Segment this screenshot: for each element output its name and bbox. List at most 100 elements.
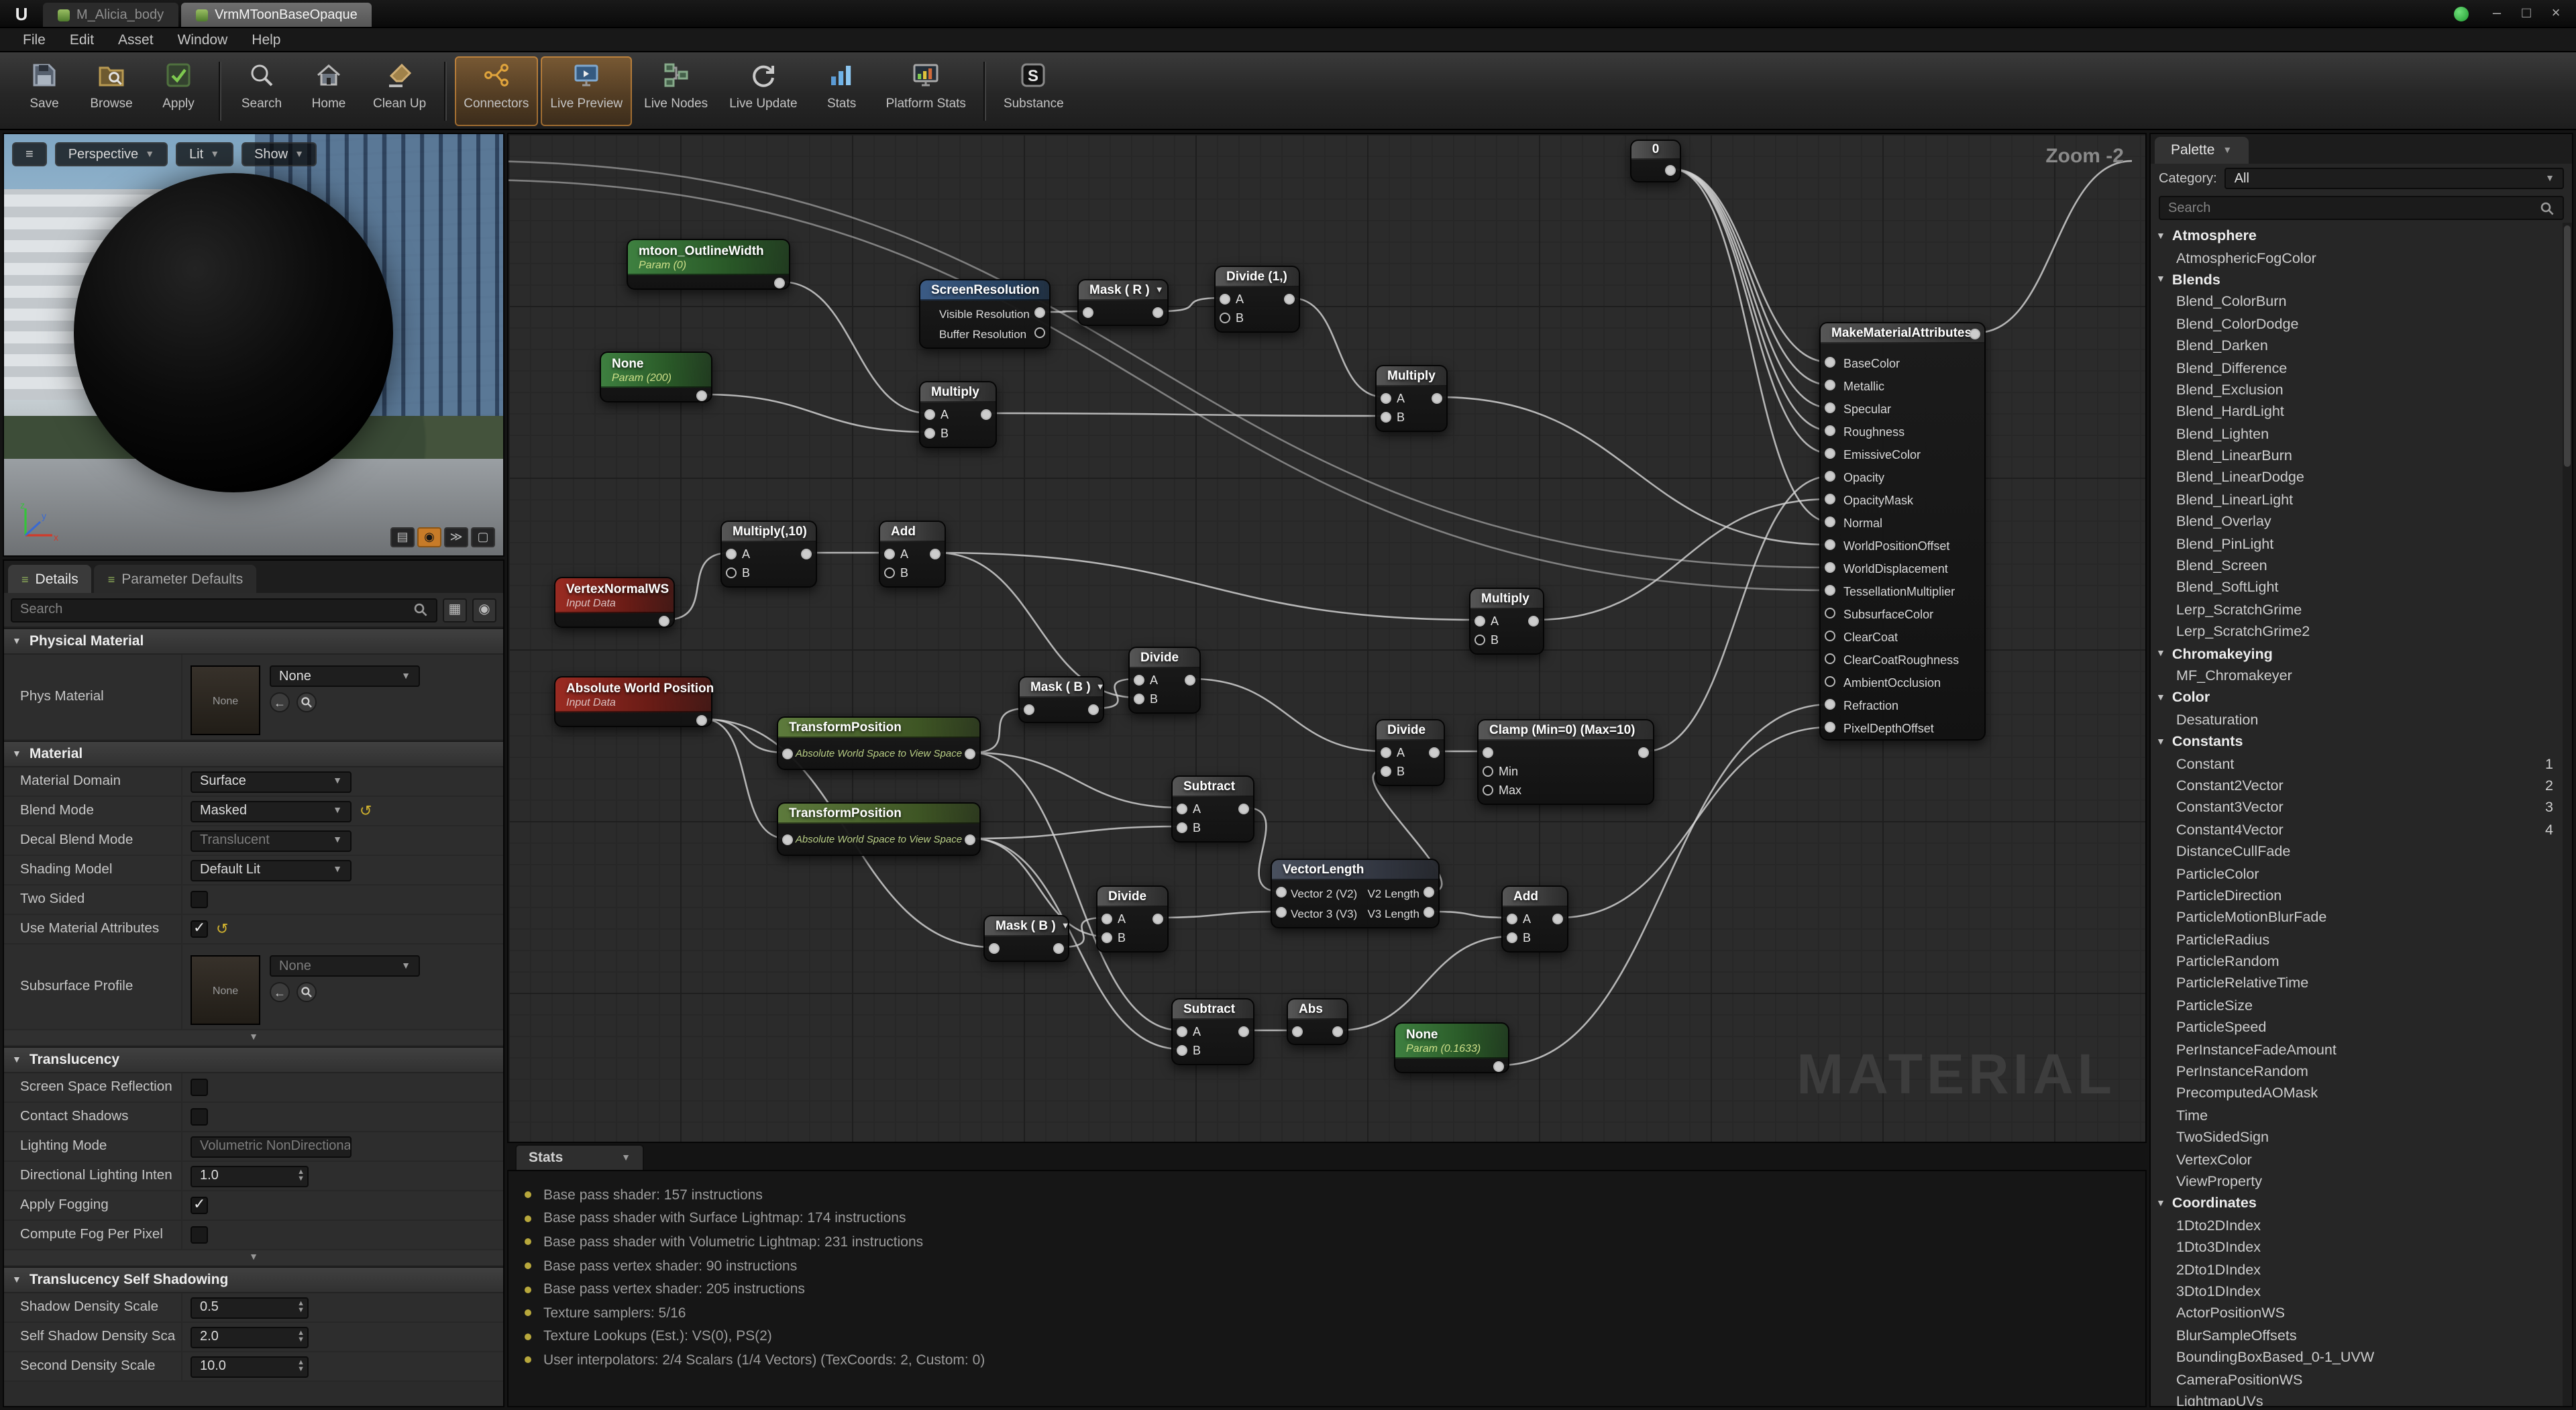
node-pin[interactable] bbox=[1276, 887, 1287, 898]
palette-item-2dto1dindex[interactable]: 2Dto1DIndex bbox=[2151, 1259, 2572, 1281]
scrollbar-thumb[interactable] bbox=[2564, 225, 2571, 467]
node-pin[interactable] bbox=[1825, 402, 1835, 413]
node-pin[interactable] bbox=[1102, 932, 1112, 943]
palette-item-distancecullfade[interactable]: DistanceCullFade bbox=[2151, 841, 2572, 863]
node-pin[interactable] bbox=[1429, 747, 1440, 758]
palette-item-blend-hardlight[interactable]: Blend_HardLight bbox=[2151, 401, 2572, 423]
palette-item-blend-overlay[interactable]: Blend_Overlay bbox=[2151, 511, 2572, 533]
section-physical-material[interactable]: ▼Physical Material bbox=[4, 628, 503, 655]
subsurface-profile-dropdown[interactable]: None▼ bbox=[270, 955, 420, 977]
node-pin[interactable] bbox=[774, 278, 785, 288]
palette-item-particleradius[interactable]: ParticleRadius bbox=[2151, 929, 2572, 951]
palette-item-1dto2dindex[interactable]: 1Dto2DIndex bbox=[2151, 1215, 2572, 1237]
palette-item-constant3vector[interactable]: Constant3Vector3 bbox=[2151, 797, 2572, 819]
tab-stats[interactable]: Stats ▼ bbox=[515, 1144, 644, 1170]
node-pin[interactable] bbox=[1220, 294, 1230, 305]
node-abs[interactable]: Abs bbox=[1287, 998, 1348, 1045]
node-pin[interactable] bbox=[981, 409, 991, 420]
node-add1[interactable]: AddAB bbox=[879, 521, 946, 588]
node-pin[interactable] bbox=[989, 943, 1000, 954]
details-search-input[interactable]: Search bbox=[11, 598, 437, 622]
viewport-monitor-icon[interactable]: ▤ bbox=[390, 527, 415, 547]
node-veclen[interactable]: VectorLengthVector 2 (V2)V2 LengthVector… bbox=[1271, 859, 1440, 928]
node-maskr[interactable]: Mask ( R )▼ bbox=[1077, 279, 1169, 326]
node-pin[interactable] bbox=[1825, 539, 1835, 550]
toolbar-browse-button[interactable]: Browse bbox=[79, 56, 144, 125]
node-pin[interactable] bbox=[1053, 943, 1064, 954]
decal-blend-mode-dropdown[interactable]: Translucent▼ bbox=[191, 830, 352, 851]
node-mul10[interactable]: Multiply(,10)AB bbox=[720, 521, 817, 588]
node-pin[interactable] bbox=[1483, 747, 1493, 758]
viewport-show-button[interactable]: Show▼ bbox=[241, 142, 317, 166]
node-pin[interactable] bbox=[1424, 887, 1434, 898]
node-maskb2[interactable]: Mask ( B )▼ bbox=[983, 915, 1069, 962]
palette-section-color[interactable]: ▼Color bbox=[2151, 687, 2572, 709]
close-button[interactable]: × bbox=[2541, 3, 2571, 24]
palette-section-blends[interactable]: ▼Blends bbox=[2151, 270, 2572, 292]
phys-material-dropdown[interactable]: None▼ bbox=[270, 665, 420, 687]
node-sub2[interactable]: SubtractAB bbox=[1171, 998, 1254, 1065]
node-pin[interactable] bbox=[1134, 694, 1144, 704]
node-pin[interactable] bbox=[1665, 165, 1676, 176]
two-sided-checkbox[interactable]: ✓ bbox=[191, 891, 208, 908]
toolbar-clean-up-button[interactable]: Clean Up bbox=[364, 56, 435, 125]
palette-scrollbar[interactable] bbox=[2563, 223, 2572, 1406]
toolbar-home-button[interactable]: Home bbox=[297, 56, 361, 125]
palette-item-blend-softlight[interactable]: Blend_SoftLight bbox=[2151, 578, 2572, 600]
viewport-lit-button[interactable]: Lit▼ bbox=[176, 142, 233, 166]
tab-palette[interactable]: Palette ▼ bbox=[2155, 137, 2248, 164]
node-pin[interactable] bbox=[930, 549, 941, 559]
palette-item-desaturation[interactable]: Desaturation bbox=[2151, 709, 2572, 731]
node-screenres[interactable]: ScreenResolutionVisible ResolutionBuffer… bbox=[919, 279, 1051, 349]
section-translucency[interactable]: ▼Translucency bbox=[4, 1046, 503, 1073]
palette-search-input[interactable]: Search bbox=[2159, 196, 2564, 220]
palette-item-blend-exclusion[interactable]: Blend_Exclusion bbox=[2151, 379, 2572, 401]
node-div_c[interactable]: DivideAB bbox=[1128, 647, 1201, 714]
palette-item-blend-difference[interactable]: Blend_Difference bbox=[2151, 358, 2572, 380]
node-pin[interactable] bbox=[965, 834, 975, 845]
use-selected-icon[interactable]: ← bbox=[270, 692, 290, 712]
property-matrix-icon[interactable]: ▦ bbox=[443, 598, 467, 622]
node-pin[interactable] bbox=[1177, 804, 1187, 814]
node-pin[interactable] bbox=[1177, 822, 1187, 833]
node-pin[interactable] bbox=[1088, 704, 1099, 715]
palette-item-particlerelativetime[interactable]: ParticleRelativeTime bbox=[2151, 973, 2572, 995]
palette-item-1dto3dindex[interactable]: 1Dto3DIndex bbox=[2151, 1237, 2572, 1259]
node-mul_a[interactable]: MultiplyAB bbox=[919, 381, 997, 448]
viewport-camera-icon[interactable]: ◉ bbox=[417, 527, 441, 547]
node-pin[interactable] bbox=[1825, 608, 1835, 618]
asset-thumbnail[interactable]: None bbox=[191, 665, 260, 735]
node-pin[interactable] bbox=[726, 549, 737, 559]
palette-item-lerp-scratchgrime[interactable]: Lerp_ScratchGrime bbox=[2151, 599, 2572, 621]
node-pin[interactable] bbox=[1177, 1026, 1187, 1037]
palette-item-particlesize[interactable]: ParticleSize bbox=[2151, 995, 2572, 1017]
node-pin[interactable] bbox=[1528, 616, 1539, 627]
palette-item-blursampleoffsets[interactable]: BlurSampleOffsets bbox=[2151, 1325, 2572, 1347]
self-shadow-density-sca-field[interactable]: 2.0▲▼ bbox=[191, 1326, 309, 1348]
node-pin[interactable] bbox=[1970, 329, 1980, 339]
palette-item-blend-pinlight[interactable]: Blend_PinLight bbox=[2151, 533, 2572, 555]
spinner-icon[interactable]: ▲▼ bbox=[297, 1331, 305, 1343]
palette-item-atmosphericfogcolor[interactable]: AtmosphericFogColor bbox=[2151, 248, 2572, 270]
asset-thumbnail[interactable]: None bbox=[191, 955, 260, 1025]
node-pin[interactable] bbox=[1185, 675, 1195, 686]
node-pin[interactable] bbox=[696, 715, 707, 726]
node-pin[interactable] bbox=[782, 834, 793, 845]
palette-item-particlerandom[interactable]: ParticleRandom bbox=[2151, 951, 2572, 973]
tab-details[interactable]: ≡Details bbox=[8, 565, 92, 593]
node-pin[interactable] bbox=[1424, 907, 1434, 918]
node-p_none1633[interactable]: NoneParam (0.1633) bbox=[1394, 1022, 1509, 1073]
palette-item-particlespeed[interactable]: ParticleSpeed bbox=[2151, 1017, 2572, 1039]
toolbar-save-button[interactable]: Save bbox=[12, 56, 76, 125]
node-pin[interactable] bbox=[1825, 699, 1835, 710]
toolbar-platform-stats-button[interactable]: Platform Stats bbox=[877, 56, 975, 125]
screen-space-reflection-checkbox[interactable]: ✓ bbox=[191, 1079, 208, 1096]
toolbar-stats-button[interactable]: Stats bbox=[810, 56, 874, 125]
node-div1[interactable]: Divide (1,)AB bbox=[1214, 266, 1300, 333]
preview-mesh-sphere[interactable] bbox=[74, 172, 393, 492]
node-pin[interactable] bbox=[1381, 747, 1391, 758]
blend-mode-dropdown[interactable]: Masked▼ bbox=[191, 800, 352, 822]
node-p_none200[interactable]: NoneParam (200) bbox=[600, 351, 712, 402]
node-pin[interactable] bbox=[1034, 327, 1045, 338]
shading-model-dropdown[interactable]: Default Lit▼ bbox=[191, 859, 352, 881]
